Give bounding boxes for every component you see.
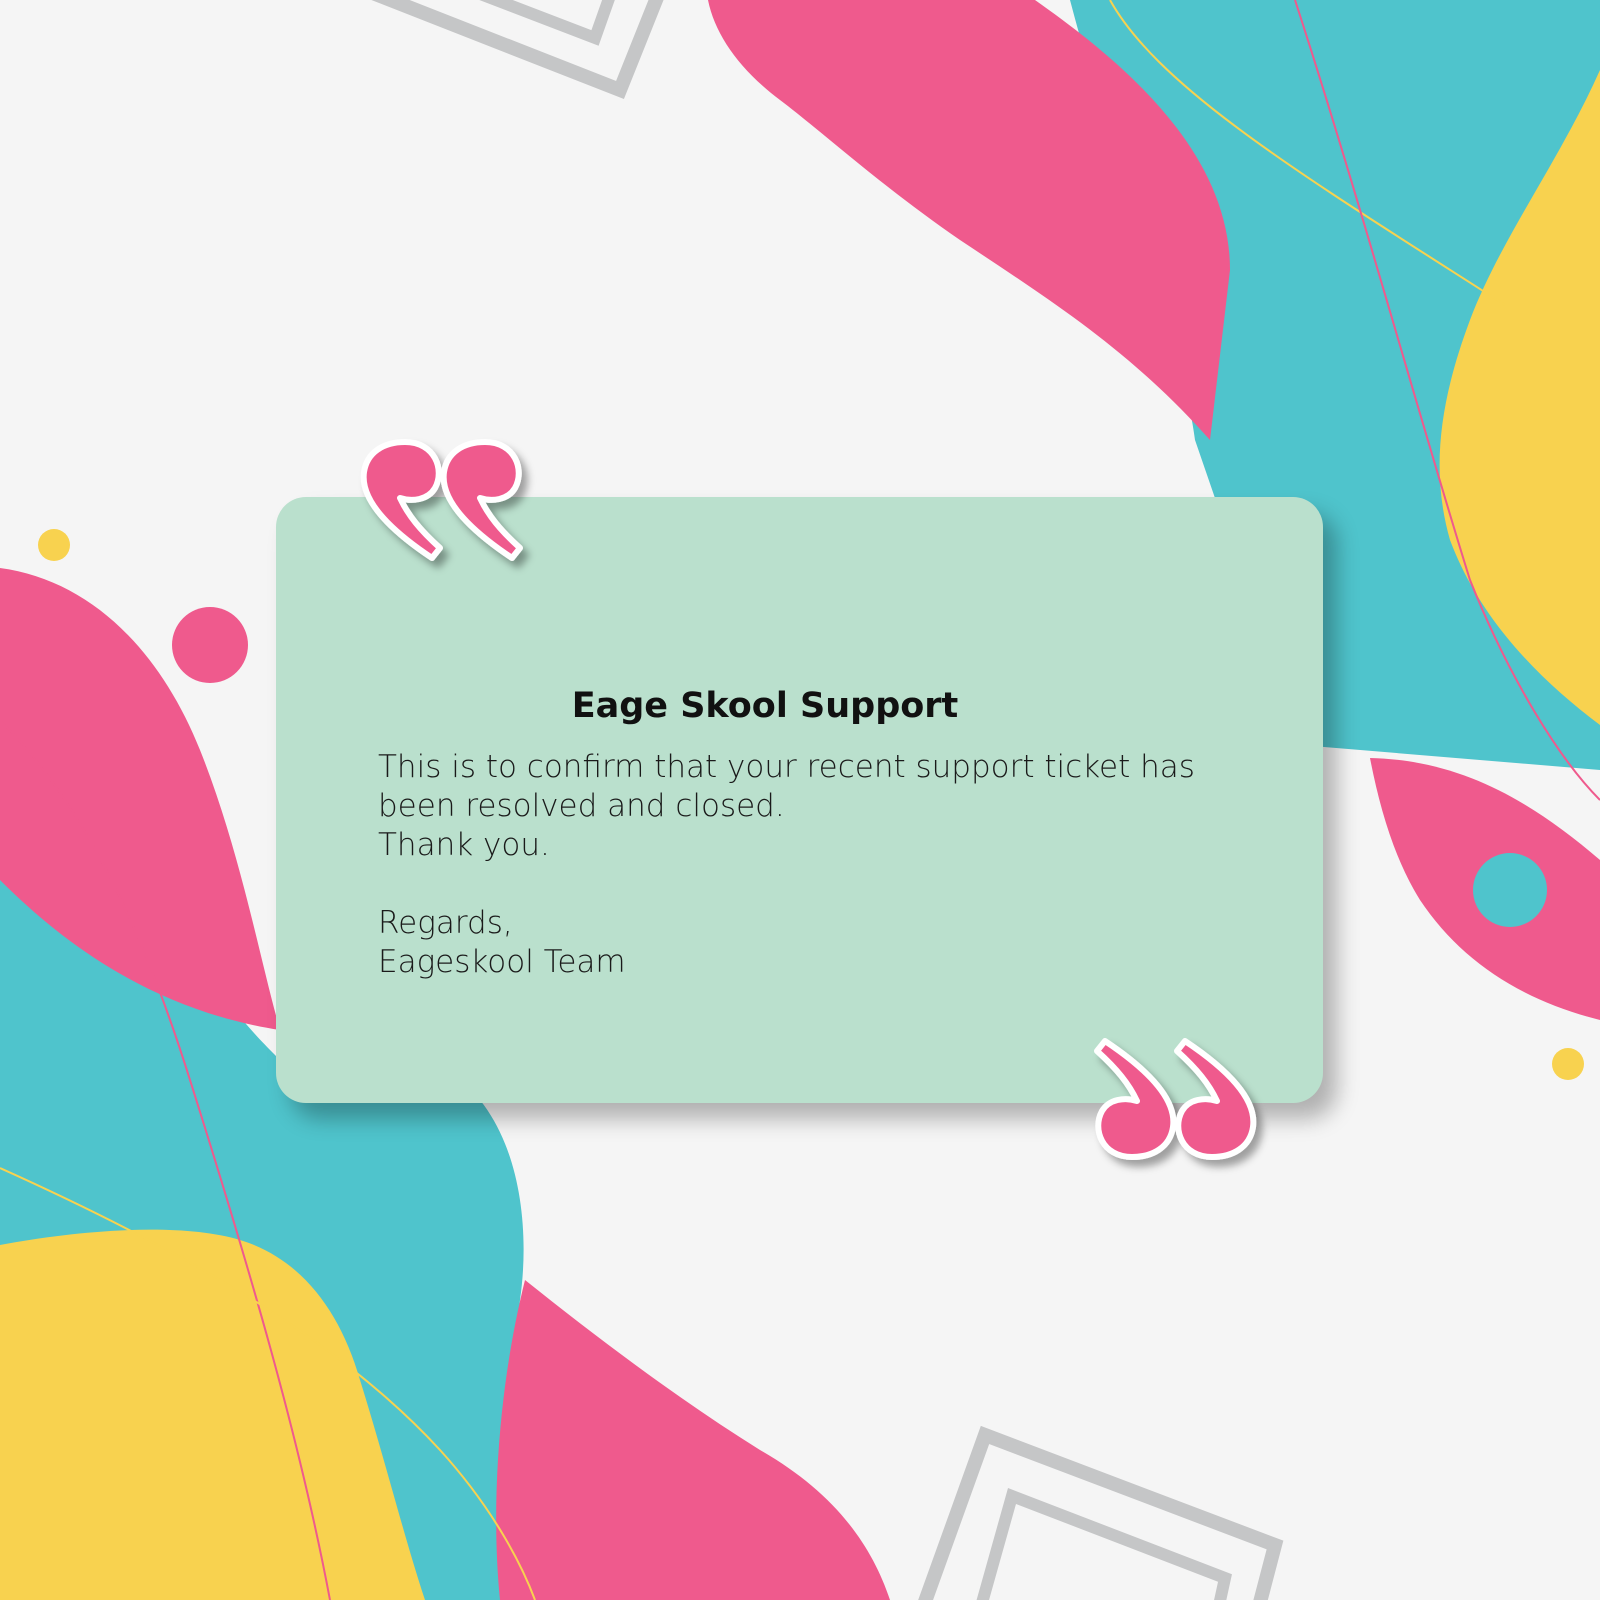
pink-blob-bottom <box>496 1280 890 1600</box>
card-title: Eage Skool Support <box>571 686 959 726</box>
teal-dot-right <box>1473 853 1547 927</box>
thanks-text: Thank you. <box>378 827 550 863</box>
closing-quote-icon <box>1094 1038 1257 1160</box>
message-line: This is to confirm that your recent supp… <box>378 749 1195 785</box>
yellow-dot-right <box>1552 1048 1584 1080</box>
regards-text: Regards, <box>378 905 513 941</box>
gray-frame-top-outer <box>371 0 664 100</box>
pink-dot-left <box>172 607 248 683</box>
card-message: This is to confirm that your recent supp… <box>378 748 1238 982</box>
yellow-dot-left <box>38 529 70 561</box>
signature-text: Eageskool Team <box>378 944 626 980</box>
opening-quote-icon <box>360 439 523 561</box>
message-line: been resolved and closed. <box>378 788 785 824</box>
